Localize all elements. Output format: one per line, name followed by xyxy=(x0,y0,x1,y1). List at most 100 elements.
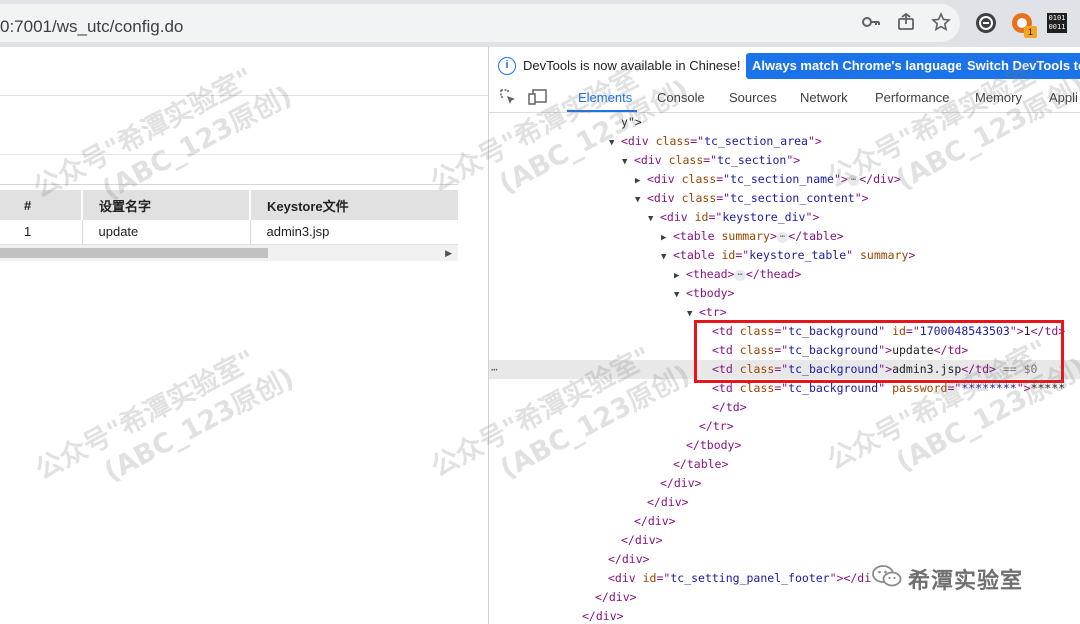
dom-token: <table xyxy=(673,248,722,262)
extension-icon[interactable] xyxy=(976,13,996,33)
dom-token: </table> xyxy=(673,457,729,471)
column-header-keystore-file[interactable]: Keystore文件 xyxy=(249,190,458,220)
url-text[interactable]: 0:7001/ws_utc/config.do xyxy=(0,17,183,37)
table-cell: admin3.jsp xyxy=(249,220,458,245)
row-more-icon[interactable]: ⋯ xyxy=(491,360,498,379)
dom-token: </tbody> xyxy=(686,438,742,452)
dom-node[interactable]: ▼ <div class="tc_section"> xyxy=(489,151,1080,170)
dom-token: <td xyxy=(712,381,740,395)
inspect-element-icon[interactable] xyxy=(497,88,519,110)
dom-token: "> xyxy=(1009,324,1024,338)
dom-node[interactable]: </tbody> xyxy=(489,436,1080,455)
dom-token: =" xyxy=(703,153,718,167)
dom-node[interactable]: ▼ <tbody> xyxy=(489,284,1080,303)
elements-dom-tree: y"> ▼ <div class="tc_section_area"> ▼ <div c… xyxy=(489,113,1080,624)
scrollbar-thumb[interactable] xyxy=(0,248,268,258)
dom-token: =" xyxy=(947,381,962,395)
tab-elements[interactable]: Elements xyxy=(578,90,632,105)
dom-node-selected[interactable]: ⋯ <td class="tc_background">admin3.jsp</t… xyxy=(489,360,1080,379)
dom-node[interactable]: </div> xyxy=(489,493,1080,512)
dom-node[interactable]: </td> xyxy=(489,398,1080,417)
tab-application[interactable]: Appli xyxy=(1049,90,1078,105)
dom-token: </div> xyxy=(595,590,637,604)
dom-token: tc_setting_panel_footer xyxy=(670,571,830,585)
dom-token: class xyxy=(739,343,775,357)
dom-node[interactable]: ▼ <div class="tc_section_area"> xyxy=(489,132,1080,151)
dom-token: class xyxy=(681,191,717,205)
table-row[interactable]: 1 update admin3.jsp xyxy=(0,220,458,245)
dom-node[interactable]: </div> xyxy=(489,607,1080,624)
divider xyxy=(0,154,470,155)
dom-token: </td> xyxy=(933,343,969,357)
dom-token: " xyxy=(846,248,860,262)
dom-node[interactable]: </div> xyxy=(489,512,1080,531)
key-icon[interactable] xyxy=(860,12,882,34)
dom-token: y"> xyxy=(621,115,642,129)
dom-token: <div xyxy=(647,172,682,186)
dom-node[interactable]: ▶ <table summary> ⋯ </table> xyxy=(489,227,1080,246)
device-toolbar-icon[interactable] xyxy=(527,88,549,110)
dom-token: ******** xyxy=(961,381,1017,395)
dom-node[interactable]: ▼ <tr> xyxy=(489,303,1080,322)
dom-node[interactable]: ▼ <div id="keystore_div"> xyxy=(489,208,1080,227)
dom-token: <thead> xyxy=(686,267,735,281)
dom-node[interactable]: y"> xyxy=(489,113,1080,132)
dom-token: </div> xyxy=(660,476,702,490)
dom-token: class xyxy=(668,153,704,167)
dom-node[interactable]: </tr> xyxy=(489,417,1080,436)
infobar-message: DevTools is now available in Chinese! xyxy=(523,58,741,73)
always-match-language-button[interactable]: Always match Chrome's language xyxy=(746,53,969,79)
dom-token: </div> xyxy=(647,495,689,509)
dom-node[interactable]: ▶ <thead> ⋯ </thead> xyxy=(489,265,1080,284)
column-header-number[interactable]: # xyxy=(0,190,82,220)
dom-token: tc_section_name xyxy=(730,172,834,186)
dom-token: keystore_div xyxy=(722,210,806,224)
dom-token: <td xyxy=(712,343,740,357)
dom-token: password xyxy=(892,381,948,395)
dom-token: tc_section xyxy=(717,153,787,167)
dom-node[interactable]: </div> xyxy=(489,531,1080,550)
dom-token: keystore_table xyxy=(749,248,847,262)
address-bar[interactable]: 0:7001/ws_utc/config.do xyxy=(0,4,960,42)
dom-token: =" xyxy=(716,172,731,186)
dom-node[interactable]: <td class="tc_background" id="1700048543… xyxy=(489,322,1080,341)
dom-node[interactable]: <td class="tc_background" password="****… xyxy=(489,379,1080,398)
tab-network[interactable]: Network xyxy=(800,90,848,105)
dom-node[interactable]: </table> xyxy=(489,455,1080,474)
dom-token: " xyxy=(878,381,893,395)
dom-token: == $0 xyxy=(995,362,1038,376)
dom-token: 1700048543503 xyxy=(919,324,1010,338)
scroll-right-arrow-icon[interactable]: ▶ xyxy=(445,245,452,261)
dom-node[interactable]: ▼ <div class="tc_section_content"> xyxy=(489,189,1080,208)
dom-token: =" xyxy=(716,191,731,205)
collapsed-ellipsis-icon[interactable]: ⋯ xyxy=(776,232,789,243)
dom-node[interactable]: <td class="tc_background">update</td> xyxy=(489,341,1080,360)
dom-token: ***** xyxy=(1030,381,1066,395)
tab-memory[interactable]: Memory xyxy=(975,90,1022,105)
binary-extension-icon[interactable]: 0101 0011 xyxy=(1047,13,1067,33)
dom-token: <div xyxy=(634,153,669,167)
horizontal-scrollbar[interactable]: ▶ xyxy=(0,245,458,261)
dom-token: =" xyxy=(735,248,750,262)
dom-token: "> xyxy=(878,343,893,357)
dom-token: </div> xyxy=(582,609,624,623)
dom-token: "> xyxy=(833,172,848,186)
dom-node[interactable]: ▼ <table id="keystore_table" summary> xyxy=(489,246,1080,265)
column-header-setting-name[interactable]: 设置名字 xyxy=(81,190,250,220)
switch-devtools-language-button[interactable]: Switch DevTools to xyxy=(961,53,1080,79)
dom-token: </tr> xyxy=(699,419,734,433)
tab-console[interactable]: Console xyxy=(657,90,705,105)
dom-token: tc_section_area xyxy=(704,134,808,148)
bookmark-star-icon[interactable] xyxy=(930,12,952,34)
tab-performance[interactable]: Performance xyxy=(875,90,949,105)
dom-token: <tbody> xyxy=(686,286,735,300)
extension-badge: 1 xyxy=(1024,26,1037,38)
tab-sources[interactable]: Sources xyxy=(729,90,777,105)
collapsed-ellipsis-icon[interactable]: ⋯ xyxy=(734,270,746,281)
collapsed-ellipsis-icon[interactable]: ⋯ xyxy=(847,175,860,186)
dom-token: summary xyxy=(859,248,909,262)
dom-node[interactable]: ▶ <div class="tc_section_name"> ⋯ </div> xyxy=(489,170,1080,189)
dom-token: class xyxy=(739,324,775,338)
share-icon[interactable] xyxy=(895,12,917,34)
dom-node[interactable]: </div> xyxy=(489,474,1080,493)
